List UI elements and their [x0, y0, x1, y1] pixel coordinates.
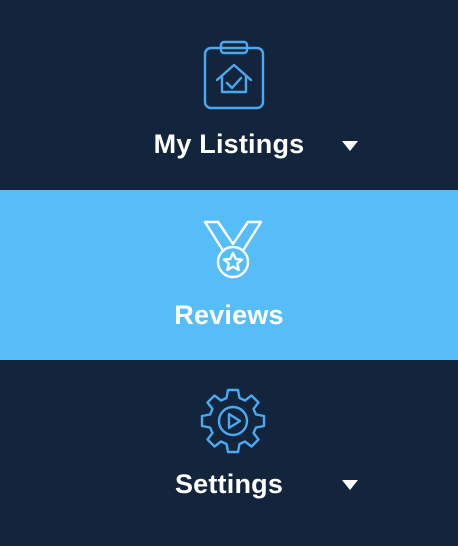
nav-item-reviews[interactable]: Reviews — [0, 190, 458, 360]
chevron-down-icon[interactable] — [341, 140, 359, 152]
nav-item-label: My Listings — [153, 129, 305, 159]
nav-item-settings[interactable]: Settings — [0, 360, 458, 546]
gear-play-icon — [200, 388, 266, 454]
side-navigation: My Listings Reviews Settings — [0, 0, 458, 546]
medal-icon — [203, 220, 263, 279]
nav-item-my-listings[interactable]: My Listings — [0, 20, 458, 190]
nav-item-label: Reviews — [174, 300, 284, 330]
clipboard-house-icon — [203, 40, 265, 110]
nav-item-label: Settings — [174, 469, 284, 499]
chevron-down-icon[interactable] — [341, 479, 359, 491]
